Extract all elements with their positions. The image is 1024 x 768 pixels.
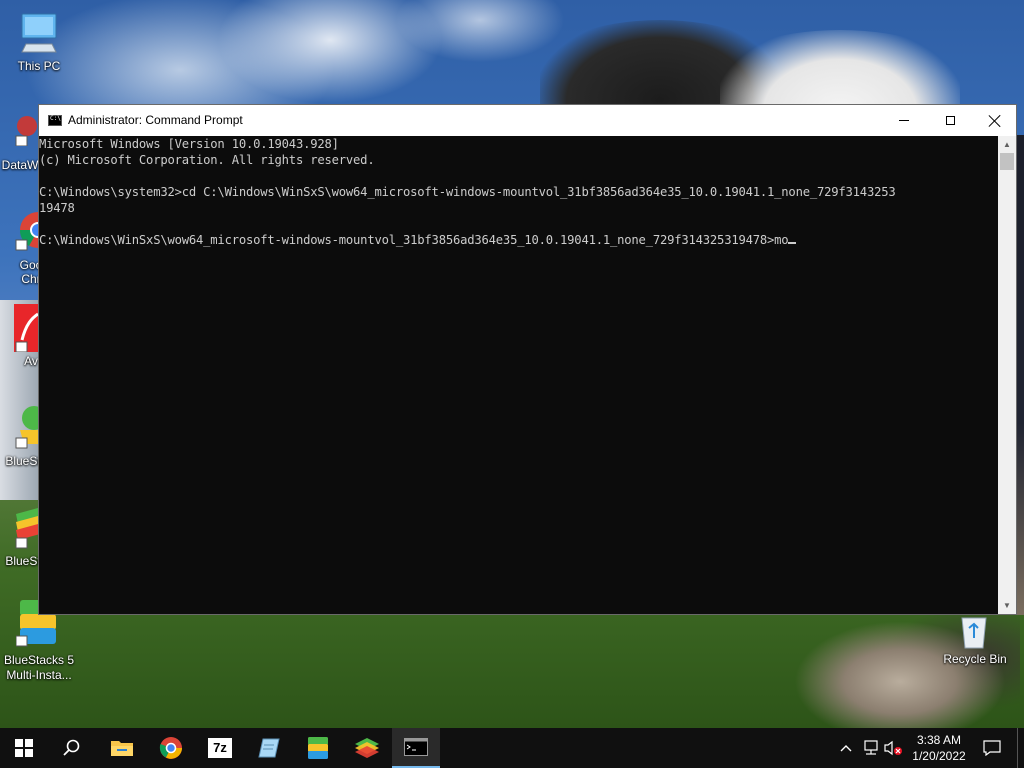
close-icon (989, 115, 1001, 127)
console-line: (c) Microsoft Corporation. All rights re… (39, 153, 375, 167)
taskbar-file-explorer[interactable] (98, 728, 146, 768)
show-hidden-icons-button[interactable] (836, 728, 856, 768)
network-button[interactable] (860, 728, 882, 768)
search-button[interactable] (48, 728, 96, 768)
command-prompt-icon (48, 115, 62, 126)
clock[interactable]: 3:38 AM 1/20/2022 (904, 732, 974, 764)
avast-icon (14, 304, 40, 352)
command-prompt-icon (404, 738, 428, 756)
command-prompt-window[interactable]: Administrator: Command Prompt Microsoft … (38, 104, 1017, 615)
7zip-icon: 7z (208, 738, 232, 758)
dataw-icon (15, 116, 37, 146)
chrome-icon (15, 212, 40, 251)
bluestacks-multi-instance-icon (308, 737, 328, 759)
taskbar-notepad[interactable] (245, 728, 293, 768)
console-line: Microsoft Windows [Version 10.0.19043.92… (39, 137, 339, 151)
taskbar-command-prompt[interactable] (392, 728, 440, 768)
clock-date: 1/20/2022 (912, 749, 966, 763)
taskbar: 7z 3:38 AM 1/20/2022 (0, 728, 1024, 768)
start-button[interactable] (0, 728, 48, 768)
taskbar-chrome[interactable] (147, 728, 195, 768)
search-icon (63, 739, 80, 756)
console-line: C:\Windows\system32>cd C:\Windows\WinSxS… (39, 185, 896, 199)
volume-button[interactable] (882, 728, 904, 768)
console-input[interactable]: C:\Windows\WinSxS\wow64_microsoft-window… (39, 233, 789, 247)
close-button[interactable] (972, 105, 1018, 136)
minimize-button[interactable] (881, 105, 927, 136)
text-cursor (788, 242, 797, 244)
desktop-icon-label: BlueStacks 5 (3, 653, 75, 667)
console-line: 19478 (39, 201, 75, 215)
notepad-icon (258, 738, 280, 758)
taskbar-7zip[interactable]: 7z (196, 728, 244, 768)
notifications-button[interactable] (978, 728, 1006, 768)
show-desktop-button[interactable] (1017, 728, 1024, 768)
recycle-bin-icon (961, 617, 987, 649)
vertical-scrollbar[interactable]: ▲ ▼ (998, 136, 1016, 614)
scrollbar-thumb[interactable] (1000, 153, 1014, 170)
7zip-icon-text: 7z (213, 740, 227, 755)
taskbar-bluestacks-multi-instance[interactable] (294, 728, 342, 768)
network-disconnected-icon (864, 740, 878, 755)
chevron-up-icon (840, 745, 852, 752)
taskbar-bluestacks[interactable] (343, 728, 391, 768)
file-explorer-icon (111, 741, 133, 756)
console-output[interactable]: Microsoft Windows [Version 10.0.19043.92… (39, 136, 999, 614)
desktop-icon-label: This PC (17, 59, 61, 73)
console-prompt-line[interactable]: C:\Windows\WinSxS\wow64_microsoft-window… (39, 232, 999, 248)
bluestacks-icon (355, 738, 379, 758)
minimize-icon (899, 120, 909, 121)
this-pc-icon (21, 13, 57, 53)
desktop-icon-this-pc[interactable]: This PC (0, 8, 78, 78)
window-title-bar[interactable]: Administrator: Command Prompt (39, 105, 1016, 136)
desktop-icon-label: Multi-Insta... (6, 668, 72, 682)
volume-muted-icon (884, 740, 902, 756)
scroll-down-icon[interactable]: ▼ (998, 597, 1016, 614)
windows-start-icon (15, 739, 33, 757)
maximize-icon (945, 116, 955, 125)
chrome-icon (159, 737, 182, 759)
desktop-icon-label: Recycle Bin (943, 652, 1007, 666)
desktop-icon-recycle-bin[interactable]: Recycle Bin (936, 612, 1014, 672)
scroll-up-icon[interactable]: ▲ (998, 136, 1016, 153)
bluestacks-icon (15, 508, 40, 549)
notification-icon (983, 740, 1001, 756)
bluestacks-icon (15, 406, 40, 449)
clock-time: 3:38 AM (916, 733, 962, 747)
maximize-button[interactable] (927, 105, 973, 136)
window-title: Administrator: Command Prompt (68, 113, 243, 127)
